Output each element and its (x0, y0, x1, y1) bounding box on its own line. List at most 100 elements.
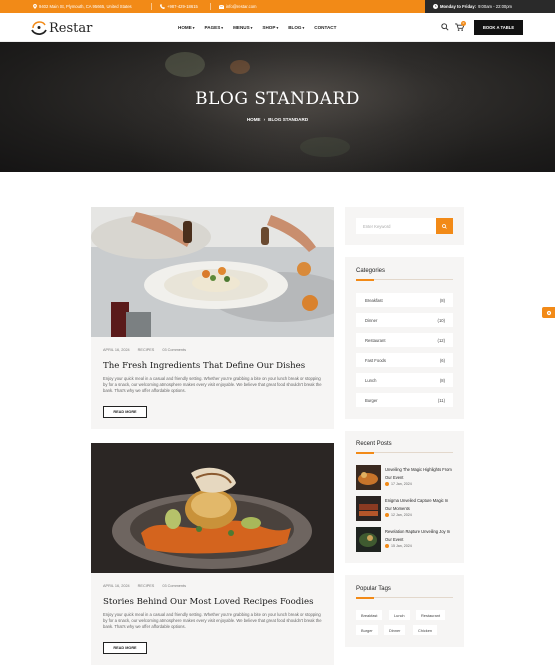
address-item: 9402 Main St, Plymouth, CA 95665, United… (33, 0, 132, 13)
tag-item[interactable]: Chicken (413, 625, 438, 635)
post-image[interactable] (91, 443, 334, 573)
clock-icon (433, 4, 438, 9)
settings-side-tab[interactable] (542, 307, 555, 318)
chevron-down-icon: ▾ (302, 26, 305, 30)
post-comments[interactable]: 03 Comments (162, 584, 186, 588)
menu-item-shop[interactable]: SHOP▾ (262, 25, 278, 30)
page-title: BLOG STANDARD (195, 89, 360, 109)
popular-tags-widget: Popular Tags Breakfast Lunch Restaurant … (345, 575, 464, 647)
recent-posts-title: Recent Posts (356, 441, 392, 447)
post-image[interactable] (91, 207, 334, 337)
breadcrumb-home[interactable]: HOME (247, 117, 261, 122)
menu-item-pages[interactable]: PAGES▾ (205, 25, 224, 30)
category-item[interactable]: Dinner (10) (356, 313, 453, 327)
categories-widget: Categories Breakfast (8) Dinner (10) Resta… (345, 257, 464, 419)
recent-post-thumbnail[interactable] (356, 465, 381, 490)
recent-post-title[interactable]: Enigma Unveiled Capture Magic In Our Mom… (385, 497, 455, 512)
email-text[interactable]: info@restar.com (226, 4, 257, 9)
email-item[interactable]: info@restar.com (219, 0, 257, 13)
logo-text: Restar (49, 20, 93, 36)
divider (151, 3, 152, 10)
post-meta: APRIL 16, 2024 RECIPES 03 Comments (103, 348, 186, 352)
top-info-bar: 9402 Main St, Plymouth, CA 95665, United… (0, 0, 555, 13)
menu-item-blog[interactable]: BLOG▾ (288, 25, 304, 30)
logo[interactable]: Restar (31, 20, 92, 36)
hours-value: 9:00am - 22:00pm (478, 4, 513, 9)
post-date: APRIL 16, 2024 (103, 348, 130, 352)
recent-post-item[interactable]: Unveiling The Magic Highlights From Our … (356, 465, 456, 493)
chevron-right-icon: › (263, 117, 266, 122)
category-item[interactable]: Burger (11) (356, 393, 453, 407)
post-category[interactable]: RECIPES (138, 584, 155, 588)
title-underline (356, 596, 453, 599)
recent-post-item[interactable]: Revelation Rapture Unveiling Joy In Our … (356, 527, 456, 555)
mail-icon (219, 4, 224, 9)
post-category[interactable]: RECIPES (138, 348, 155, 352)
search-button[interactable] (436, 218, 453, 234)
post-date: APRIL 16, 2024 (103, 584, 130, 588)
breadcrumb: HOME › BLOG STANDARD (0, 117, 555, 122)
chevron-down-icon: ▾ (250, 26, 253, 30)
tag-item[interactable]: Restaurant (416, 610, 446, 620)
categories-title: Categories (356, 268, 386, 274)
menu-list: HOME▾ PAGES▾ MENUS▾ SHOP▾ BLOG▾ CONTACT (178, 13, 336, 42)
location-pin-icon (33, 4, 37, 9)
recent-post-date: 15 Jan, 2024 (385, 544, 412, 548)
breadcrumb-current: BLOG STANDARD (268, 117, 309, 122)
blog-post-card: APRIL 16, 2024 RECIPES 03 Comments The F… (91, 207, 334, 429)
chevron-down-icon: ▾ (276, 26, 279, 30)
recent-post-thumbnail[interactable] (356, 496, 381, 521)
opening-hours: Monday to Friday: 9:00am - 22:00pm (425, 0, 555, 13)
tag-item[interactable]: Breakfast (356, 610, 383, 620)
logo-mark-icon (31, 21, 47, 35)
read-more-button[interactable]: READ MORE (103, 642, 147, 654)
menu-item-home[interactable]: HOME▾ (178, 25, 195, 30)
blog-post-card: APRIL 16, 2024 RECIPES 03 Comments Stori… (91, 443, 334, 665)
post-title[interactable]: Stories Behind Our Most Loved Recipes Fo… (103, 597, 328, 607)
phone-text[interactable]: +987-429-18615 (167, 4, 198, 9)
tag-item[interactable]: Lunch (389, 610, 410, 620)
menu-item-contact[interactable]: CONTACT (314, 25, 336, 30)
banner-herb-decoration (230, 60, 250, 74)
tag-item[interactable]: Burger (356, 625, 378, 635)
search-icon[interactable] (441, 23, 449, 31)
menu-item-menus[interactable]: MENUS▾ (233, 25, 252, 30)
search-input[interactable]: Enter Keyword (356, 218, 436, 234)
category-item[interactable]: Breakfast (8) (356, 293, 453, 307)
title-underline (356, 451, 453, 454)
read-more-button[interactable]: READ MORE (103, 406, 147, 418)
recent-post-date: 17 Jan, 2024 (385, 482, 412, 486)
category-item[interactable]: Restaurant (12) (356, 333, 453, 347)
calendar-icon (385, 544, 389, 548)
calendar-icon (385, 482, 389, 486)
post-excerpt: Enjoy your quick meal in a casual and fr… (103, 612, 322, 630)
hours-label: Monday to Friday: (440, 4, 477, 9)
post-excerpt: Enjoy your quick meal in a casual and fr… (103, 376, 322, 394)
recent-post-thumbnail[interactable] (356, 527, 381, 552)
phone-item[interactable]: +987-429-18615 (160, 0, 198, 13)
banner-herb-decoration (165, 52, 205, 77)
divider (210, 3, 211, 10)
recent-post-item[interactable]: Enigma Unveiled Capture Magic In Our Mom… (356, 496, 456, 524)
tag-item[interactable]: Dinner (384, 625, 406, 635)
address-text: 9402 Main St, Plymouth, CA 95665, United… (39, 4, 132, 9)
chevron-down-icon: ▾ (192, 26, 195, 30)
search-widget: Enter Keyword (345, 207, 464, 245)
recent-post-date: 12 Jan, 2024 (385, 513, 412, 517)
main-navigation: Restar HOME▾ PAGES▾ MENUS▾ SHOP▾ BLOG▾ C… (0, 13, 555, 42)
post-title[interactable]: The Fresh Ingredients That Define Our Di… (103, 361, 328, 371)
recent-post-title[interactable]: Revelation Rapture Unveiling Joy In Our … (385, 528, 455, 543)
calendar-icon (385, 513, 389, 517)
search-icon (442, 223, 447, 229)
chevron-down-icon: ▾ (221, 26, 224, 30)
phone-icon (160, 4, 165, 9)
recent-post-title[interactable]: Unveiling The Magic Highlights From Our … (385, 466, 455, 481)
page-banner: BLOG STANDARD HOME › BLOG STANDARD (0, 42, 555, 172)
settings-icon (546, 310, 551, 315)
post-comments[interactable]: 03 Comments (162, 348, 186, 352)
cart-count-badge: 0 (461, 21, 466, 26)
category-item[interactable]: Lunch (8) (356, 373, 453, 387)
banner-herb-decoration (300, 137, 350, 157)
book-a-table-button[interactable]: BOOK A TABLE (474, 20, 523, 35)
category-item[interactable]: Fast Foods (6) (356, 353, 453, 367)
